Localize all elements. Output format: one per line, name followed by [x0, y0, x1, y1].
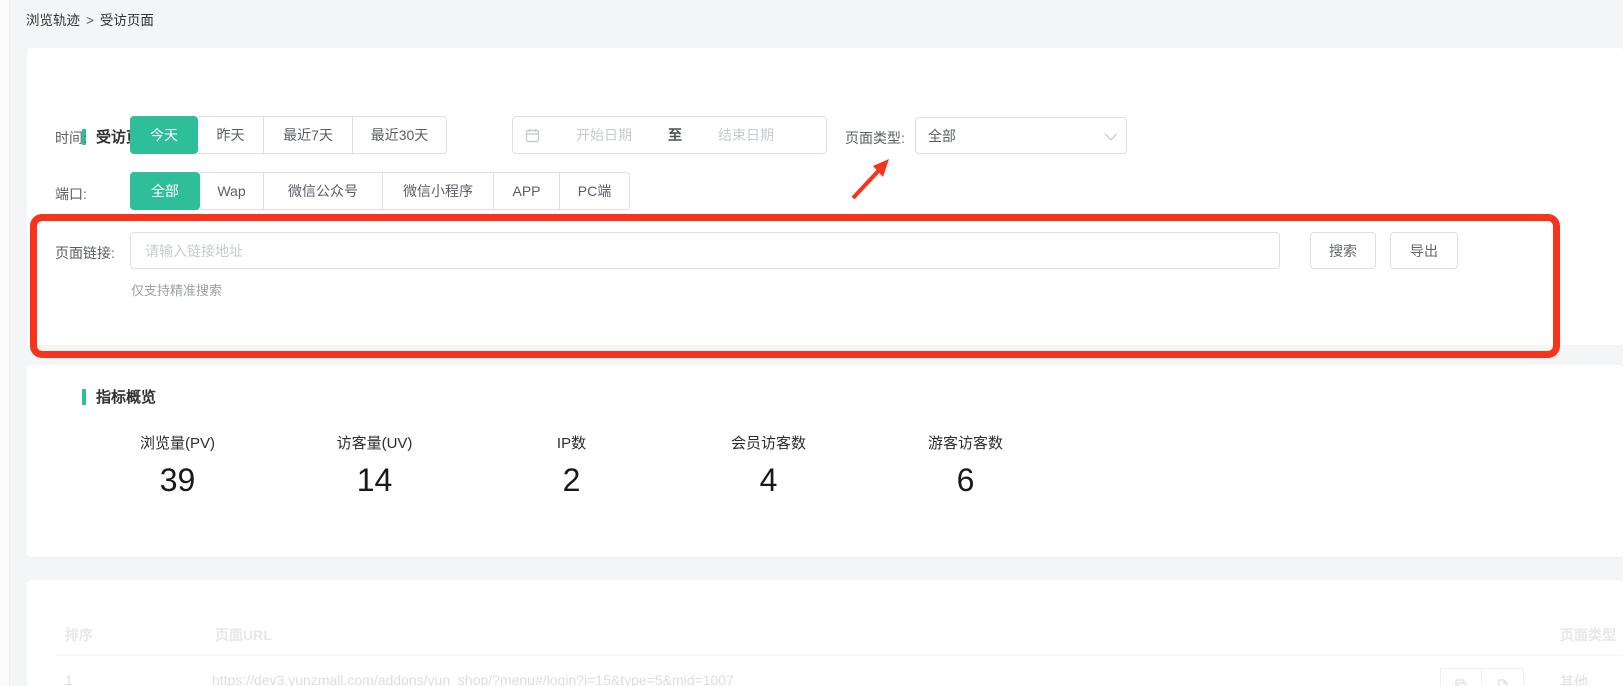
calendar-icon — [525, 128, 540, 143]
metric-label: 会员访客数 — [670, 432, 867, 453]
row-action-group — [1440, 668, 1524, 686]
chevron-down-icon — [1105, 128, 1118, 141]
port-filter-wap[interactable]: Wap — [200, 172, 264, 210]
metrics-title: 指标概览 — [96, 386, 156, 407]
search-hint-text: 仅支持精准搜索 — [131, 280, 222, 299]
metric-value: 39 — [79, 462, 276, 499]
copy-url-button[interactable] — [1440, 668, 1482, 686]
page-type-selected-value: 全部 — [928, 126, 1105, 146]
metric-label: 游客访客数 — [867, 432, 1064, 453]
port-label: 端口: — [55, 184, 87, 204]
port-filter-app[interactable]: APP — [494, 172, 560, 210]
pages-table-card: 排序 页面URL 页面类型 1 https://dev3.yunzmall.co… — [27, 580, 1623, 686]
time-filter-last30days[interactable]: 最近30天 — [353, 116, 447, 154]
title-accent-bar — [82, 389, 86, 405]
start-date-input[interactable]: 开始日期 — [550, 125, 658, 145]
time-filter-last7days[interactable]: 最近7天 — [264, 116, 353, 154]
column-header-page-type: 页面类型 — [1560, 625, 1616, 645]
page-type-label: 页面类型: — [845, 128, 905, 148]
filter-card: 受访页面 (2021/04/02) 时间: 今天 昨天 最近7天 最近30天 开… — [27, 48, 1623, 345]
end-date-input[interactable]: 结束日期 — [692, 125, 800, 145]
metrics-row: 浏览量(PV) 39 访客量(UV) 14 IP数 2 会员访客数 4 游客访客… — [79, 432, 1064, 499]
time-filter-group: 今天 昨天 最近7天 最近30天 — [130, 116, 447, 154]
collapsed-sidebar-strip — [0, 0, 10, 686]
export-button[interactable]: 导出 — [1390, 232, 1458, 269]
metric-uv: 访客量(UV) 14 — [276, 432, 473, 499]
date-range-separator: 至 — [668, 125, 682, 145]
metric-pv: 浏览量(PV) 39 — [79, 432, 276, 499]
breadcrumb-separator: > — [86, 13, 94, 28]
date-range-picker[interactable]: 开始日期 至 结束日期 — [512, 116, 827, 154]
port-filter-wechat-official[interactable]: 微信公众号 — [264, 172, 383, 210]
document-icon — [1495, 678, 1511, 686]
page-type-select[interactable]: 全部 — [915, 117, 1127, 154]
metric-label: IP数 — [473, 432, 670, 453]
metric-value: 14 — [276, 462, 473, 499]
page-link-label: 页面链接: — [55, 243, 115, 263]
row-rank: 1 — [65, 672, 73, 686]
metric-guest-visitors: 游客访客数 6 — [867, 432, 1064, 499]
metric-label: 访客量(UV) — [276, 432, 473, 453]
port-filter-all[interactable]: 全部 — [130, 172, 200, 210]
breadcrumb: 浏览轨迹 > 受访页面 — [26, 9, 154, 29]
row-page-type: 其他 — [1560, 672, 1588, 686]
row-url: https://dev3.yunzmall.com/addons/yun_sho… — [212, 672, 734, 686]
table-header-divider — [55, 655, 1623, 656]
metric-ip: IP数 2 — [473, 432, 670, 499]
time-filter-yesterday[interactable]: 昨天 — [198, 116, 264, 154]
time-label: 时间: — [55, 128, 87, 148]
metrics-card-title: 指标概览 — [82, 386, 156, 407]
breadcrumb-item-browse-track[interactable]: 浏览轨迹 — [26, 13, 80, 28]
port-filter-wechat-mini[interactable]: 微信小程序 — [383, 172, 494, 210]
page-link-input[interactable] — [130, 232, 1280, 269]
metrics-card: 指标概览 浏览量(PV) 39 访客量(UV) 14 IP数 2 会员访客数 4… — [27, 365, 1623, 557]
metric-member-visitors: 会员访客数 4 — [670, 432, 867, 499]
port-filter-group: 全部 Wap 微信公众号 微信小程序 APP PC端 — [130, 172, 630, 210]
breadcrumb-item-visited-pages: 受访页面 — [100, 13, 154, 28]
view-page-button[interactable] — [1482, 668, 1524, 686]
port-filter-pc[interactable]: PC端 — [560, 172, 630, 210]
column-header-url: 页面URL — [215, 625, 272, 645]
search-button[interactable]: 搜索 — [1310, 232, 1376, 269]
metric-value: 2 — [473, 462, 670, 499]
time-filter-today[interactable]: 今天 — [130, 116, 198, 154]
copy-icon — [1453, 678, 1469, 686]
column-header-rank: 排序 — [65, 625, 93, 645]
metric-label: 浏览量(PV) — [79, 432, 276, 453]
metric-value: 6 — [867, 462, 1064, 499]
metric-value: 4 — [670, 462, 867, 499]
